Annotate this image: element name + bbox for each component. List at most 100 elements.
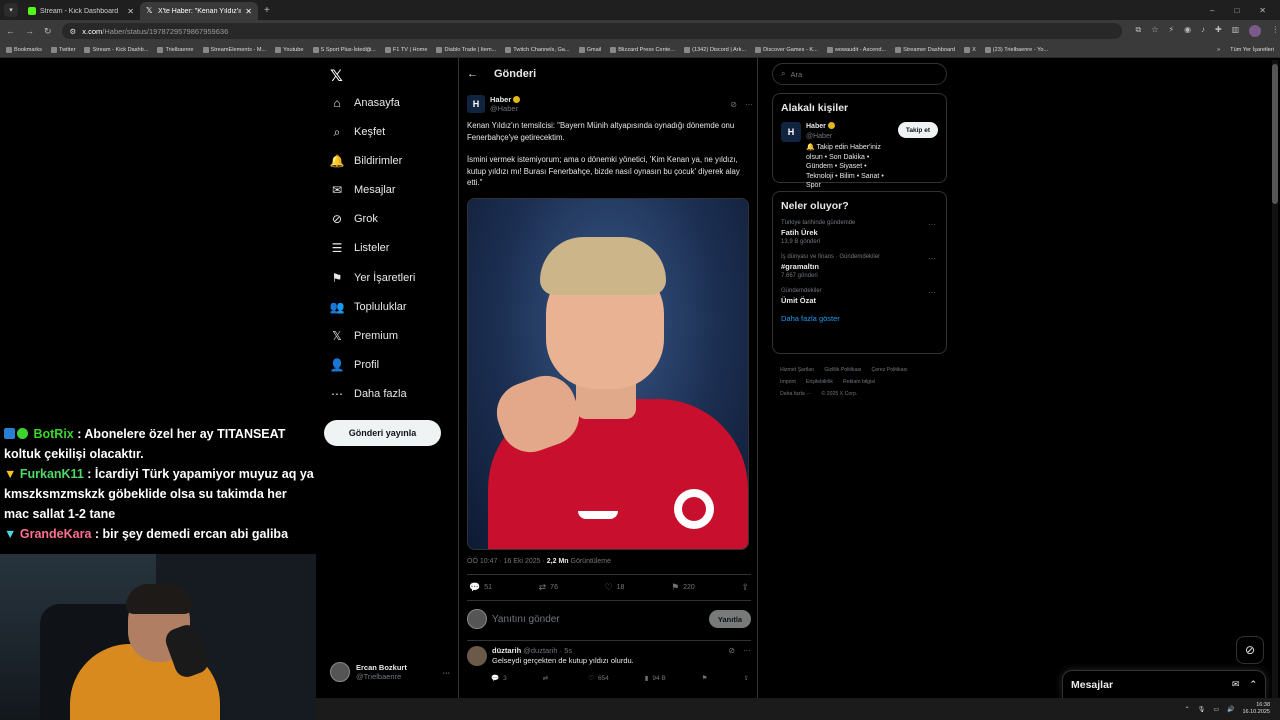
trend-item[interactable]: Gündemdekiler Ümit Özat ··· bbox=[781, 288, 938, 305]
bookmark-item[interactable]: Discover Games - K... bbox=[755, 46, 818, 53]
bookmark-item[interactable]: (23) Trielbaenre - Yo... bbox=[984, 46, 1048, 53]
footer-link[interactable]: Gizlilik Politikası bbox=[824, 367, 861, 373]
messages-drawer[interactable]: Mesajlar ✉ ⌃ bbox=[1062, 670, 1266, 698]
haber-avatar[interactable]: H bbox=[467, 95, 485, 113]
nav-item-premium[interactable]: 𝕏 Premium bbox=[330, 329, 398, 343]
bookmark-item[interactable]: Youtube bbox=[275, 46, 304, 53]
repost-action[interactable]: ⇄ bbox=[543, 674, 552, 682]
forward-icon[interactable]: → bbox=[25, 26, 34, 36]
more-icon[interactable]: ··· bbox=[928, 254, 936, 263]
footer-link[interactable]: Reklam bilgisi bbox=[843, 379, 875, 385]
volume-icon[interactable]: 🔊 bbox=[1227, 706, 1234, 713]
close-icon[interactable]: ✕ bbox=[127, 7, 134, 16]
clock[interactable]: 16:38 16.10.2025 bbox=[1242, 702, 1270, 717]
avatar[interactable] bbox=[467, 646, 487, 666]
footer-link[interactable]: Çerez Politikası bbox=[872, 367, 908, 373]
minimize-icon[interactable]: – bbox=[1210, 6, 1214, 15]
x-logo-icon[interactable]: 𝕏 bbox=[330, 66, 343, 86]
bookmark-item[interactable]: Bookmarks bbox=[6, 46, 42, 53]
more-icon[interactable]: ··· bbox=[743, 646, 751, 655]
new-message-icon[interactable]: ✉ bbox=[1232, 679, 1240, 690]
browser-menu-icon[interactable]: ⋮ bbox=[1271, 25, 1279, 37]
bookmark-item[interactable]: Streamer Dashboard bbox=[895, 46, 955, 53]
nav-item-grok[interactable]: ⊘ Grok bbox=[330, 212, 378, 226]
bookmark-item[interactable]: StreamElements - M... bbox=[202, 46, 266, 53]
bookmark-item[interactable]: Diablo Trade | Item... bbox=[436, 46, 496, 53]
more-icon[interactable]: ··· bbox=[443, 668, 451, 677]
like-action[interactable]: ♡ 654 bbox=[588, 674, 609, 683]
like-action[interactable]: ♡ 18 bbox=[605, 582, 625, 593]
views-action[interactable]: ▮ 94 B bbox=[645, 674, 666, 683]
nav-item-anasayfa[interactable]: ⌂ Anasayfa bbox=[330, 96, 400, 110]
trend-item[interactable]: İş dünyası ve finans · Gündemdekiler #gra… bbox=[781, 254, 938, 279]
tab-search-button[interactable]: ▾ bbox=[4, 3, 18, 17]
author-name[interactable]: Haber bbox=[490, 95, 511, 104]
grok-icon[interactable]: ⊘ bbox=[728, 646, 735, 655]
bookmark-star-icon[interactable]: ☆ bbox=[1151, 25, 1158, 37]
cast-icon[interactable]: ⧉ bbox=[1136, 25, 1142, 37]
bookmark-item[interactable]: F1 TV | Home bbox=[384, 46, 427, 53]
reply-tweet[interactable]: düztarih @duztarih · 5s Gelseydi gerçekt… bbox=[467, 646, 751, 666]
reply-button[interactable]: Yanıtla bbox=[709, 610, 751, 628]
post-button[interactable]: Gönderi yayınla bbox=[324, 420, 441, 446]
grok-floating-button[interactable]: ⊘ bbox=[1236, 636, 1264, 664]
chevron-up-icon[interactable]: ⌃ bbox=[1249, 679, 1257, 690]
page-scrollbar[interactable] bbox=[1272, 60, 1278, 700]
all-bookmarks-button[interactable]: Tüm Yer İşaretleri bbox=[1230, 47, 1274, 53]
footer-link[interactable]: Erişilebilirlik bbox=[806, 379, 833, 385]
back-arrow-icon[interactable]: ← bbox=[467, 68, 478, 80]
tab-x-post[interactable]: 𝕏 X'te Haber: "Kenan Yıldız'ın tem ✕ bbox=[140, 2, 258, 20]
bookmark-item[interactable]: Gmail bbox=[578, 46, 601, 53]
close-window-icon[interactable]: ✕ bbox=[1259, 6, 1266, 15]
back-icon[interactable]: ← bbox=[6, 26, 15, 36]
share-action[interactable]: ⇪ bbox=[743, 674, 748, 682]
nav-item-topluluklar[interactable]: 👥 Topluluklar bbox=[330, 300, 407, 314]
bookmark-item[interactable]: Twitter bbox=[50, 46, 75, 53]
reply-action[interactable]: 💬 51 bbox=[469, 582, 492, 593]
mic-icon[interactable]: 🎙 bbox=[1198, 706, 1206, 713]
account-switcher[interactable]: Ercan Bozkurt @Trielbaenre ··· bbox=[330, 662, 450, 682]
footer-link[interactable]: © 2025 X Corp. bbox=[821, 391, 857, 397]
repost-action[interactable]: ⇄ 76 bbox=[539, 582, 558, 593]
chevron-up-icon[interactable]: ⌃ bbox=[1185, 706, 1190, 713]
nav-item-profil[interactable]: 👤 Profil bbox=[330, 358, 380, 372]
search-input[interactable] bbox=[790, 69, 931, 79]
bookmark-item[interactable]: Twitch Channels, Ga... bbox=[505, 46, 570, 53]
bookmark-action[interactable]: ⚑ 220 bbox=[671, 582, 695, 593]
share-action[interactable]: ⇪ bbox=[741, 582, 749, 593]
extension-icon[interactable]: ⚡ bbox=[1168, 25, 1174, 37]
nav-item-listeler[interactable]: ☰ Listeler bbox=[330, 241, 390, 255]
nav-item-bildirimler[interactable]: 🔔 Bildirimler bbox=[330, 154, 403, 168]
person-name[interactable]: Haber bbox=[806, 123, 826, 130]
trend-item[interactable]: Türkiye tarihinde gündemde Fatih Ürek 13,9… bbox=[781, 220, 938, 245]
more-icon[interactable]: ··· bbox=[928, 220, 936, 229]
new-tab-button[interactable]: + bbox=[264, 5, 270, 16]
bookmark-item[interactable]: Trielbaenre bbox=[157, 46, 194, 53]
profile-avatar[interactable] bbox=[1249, 25, 1262, 37]
haber-avatar[interactable]: H bbox=[781, 122, 801, 142]
network-icon[interactable]: ▭ bbox=[1213, 706, 1219, 713]
close-icon[interactable]: ✕ bbox=[245, 7, 252, 16]
author-handle[interactable]: @Haber bbox=[490, 104, 520, 113]
follow-button[interactable]: Takip et bbox=[897, 122, 938, 138]
post-image[interactable] bbox=[467, 198, 749, 550]
footer-link[interactable]: Imprint bbox=[780, 379, 796, 385]
tab-kick-dashboard[interactable]: Stream - Kick Dashboard ✕ bbox=[22, 2, 140, 20]
reply-input[interactable] bbox=[492, 613, 704, 625]
reply-action[interactable]: 💬 3 bbox=[491, 674, 507, 683]
bookmark-item[interactable]: S Sport Plus-İstediği... bbox=[312, 46, 376, 53]
show-more-link[interactable]: Daha fazla göster bbox=[781, 314, 938, 323]
nav-item-mesajlar[interactable]: ✉ Mesajlar bbox=[330, 183, 396, 197]
grok-icon[interactable]: ⊘ bbox=[730, 100, 737, 109]
nav-item-keşfet[interactable]: ⌕ Keşfet bbox=[330, 125, 386, 139]
puzzle-icon[interactable]: ✚ bbox=[1215, 25, 1222, 37]
more-bookmarks-button[interactable]: » bbox=[1217, 47, 1220, 53]
nav-item-yer-i-şaretleri[interactable]: ⚑ Yer İşaretleri bbox=[330, 271, 416, 285]
bookmark-item[interactable]: wowaudit - Ascend... bbox=[826, 46, 886, 53]
nav-item-daha-fazla[interactable]: ⋯ Daha fazla bbox=[330, 387, 407, 401]
bookmark-item[interactable]: Stream - Kick Dashb... bbox=[84, 46, 148, 53]
extension-icon[interactable]: ♪ bbox=[1201, 25, 1205, 37]
extension-icon[interactable]: ◉ bbox=[1184, 25, 1191, 37]
maximize-icon[interactable]: □ bbox=[1234, 6, 1239, 15]
reply-author-name[interactable]: düztarih bbox=[492, 646, 521, 655]
